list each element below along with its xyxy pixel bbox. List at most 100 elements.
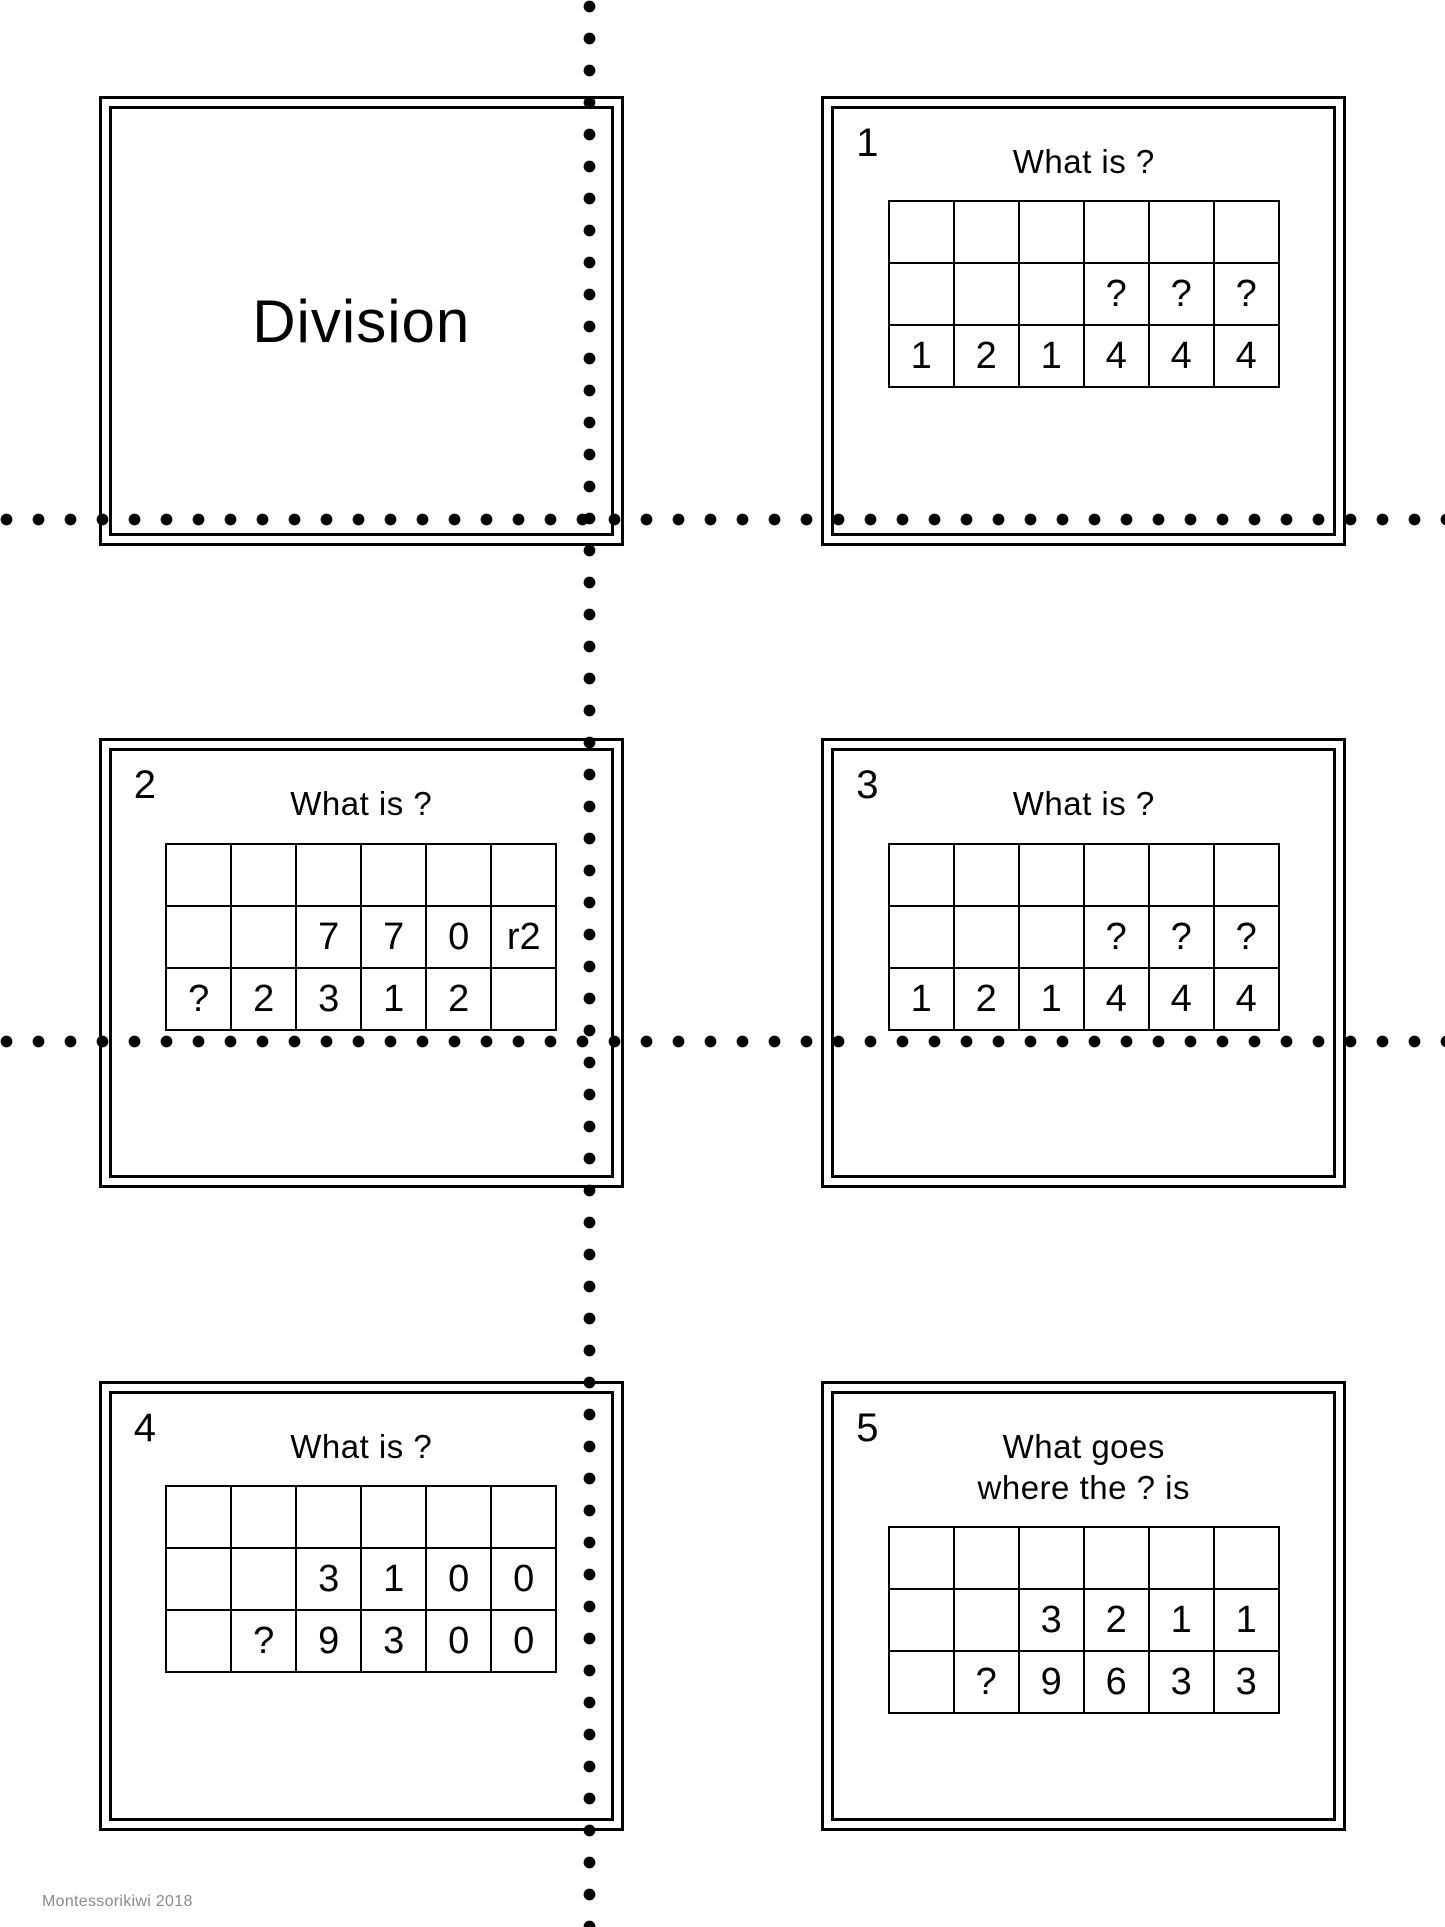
division-cell-empty bbox=[1147, 200, 1215, 265]
division-grid-row: ??? bbox=[887, 262, 1280, 327]
card-prompt: What is ? bbox=[290, 785, 433, 823]
division-cell-digit: 1 bbox=[1147, 1588, 1215, 1653]
card-cell-1: 1 What is ? ??? 1 2 1 4 4 4 bbox=[723, 0, 1445, 642]
division-cell-digit: ? bbox=[1212, 262, 1280, 327]
division-cell-digit: 4 bbox=[1147, 966, 1215, 1031]
card-number: 4 bbox=[133, 1405, 156, 1450]
division-cell-digit: 0 bbox=[425, 1547, 493, 1612]
division-cell-empty bbox=[1147, 1526, 1215, 1591]
division-cell-empty bbox=[887, 262, 955, 327]
division-cell-digit: 2 bbox=[425, 966, 493, 1031]
flashcard-page: Division 1 What is ? ??? 1 2 1 4 4 4 2 What is… bbox=[0, 0, 1445, 1927]
division-grid-wrap: 7 7 0 r2? 2 3 1 2 bbox=[134, 842, 589, 1031]
division-cell-empty bbox=[165, 842, 233, 907]
division-cell-digit: 1 bbox=[1212, 1588, 1280, 1653]
card-number: 3 bbox=[856, 763, 879, 808]
division-cell-empty bbox=[1017, 262, 1085, 327]
card-prompt: What is ? bbox=[1012, 143, 1155, 181]
division-cell-digit: 3 bbox=[1212, 1650, 1280, 1715]
card-number: 5 bbox=[856, 1405, 879, 1450]
division-cell-digit: ? bbox=[1082, 904, 1150, 969]
problem-card-3-inner: 3 What is ? ??? 1 2 1 4 4 4 bbox=[831, 748, 1337, 1179]
division-cell-empty bbox=[887, 1588, 955, 1653]
division-cell-empty bbox=[952, 200, 1020, 265]
division-grid: 7 7 0 r2? 2 3 1 2 bbox=[165, 842, 558, 1031]
division-grid: 3 1 0 0? 9 3 0 0 bbox=[165, 1485, 558, 1674]
division-cell-digit: ? bbox=[952, 1650, 1020, 1715]
deck-title: Division bbox=[252, 287, 471, 355]
card-cell-2: 2 What is ? 7 7 0 r2? 2 3 1 2 bbox=[0, 642, 723, 1284]
division-cell-digit: 1 bbox=[1017, 966, 1085, 1031]
division-grid-wrap: 3 2 1 1? 9 6 3 3 bbox=[856, 1526, 1311, 1715]
division-cell-empty bbox=[490, 966, 558, 1031]
division-grid-row: 3211 bbox=[887, 1588, 1280, 1653]
division-cell-digit: 3 bbox=[360, 1609, 428, 1674]
division-cell-digit: 3 bbox=[1147, 1650, 1215, 1715]
division-cell-digit: ? bbox=[1147, 904, 1215, 969]
division-cell-digit: 1 bbox=[1017, 324, 1085, 389]
division-cell-empty bbox=[165, 1547, 233, 1612]
division-cell-empty bbox=[295, 1485, 363, 1550]
division-cell-empty bbox=[887, 1650, 955, 1715]
division-cell-digit: 9 bbox=[1017, 1650, 1085, 1715]
division-cell-empty bbox=[425, 842, 493, 907]
division-cell-empty bbox=[490, 842, 558, 907]
division-grid-row: ? 9 6 3 3 bbox=[887, 1650, 1280, 1715]
card-number: 2 bbox=[133, 763, 156, 808]
division-cell-digit: r2 bbox=[490, 904, 558, 969]
division-cell-digit: ? bbox=[165, 966, 233, 1031]
division-cell-digit: 0 bbox=[425, 1609, 493, 1674]
problem-card-1: 1 What is ? ??? 1 2 1 4 4 4 bbox=[821, 96, 1347, 547]
division-cell-empty bbox=[1017, 200, 1085, 265]
division-grid-row bbox=[165, 842, 558, 907]
division-cell-digit: 1 bbox=[887, 324, 955, 389]
division-grid-row: ? 2 3 1 2 bbox=[165, 966, 558, 1031]
division-cell-empty bbox=[1082, 200, 1150, 265]
division-grid-row: 121444 bbox=[887, 966, 1280, 1031]
division-cell-digit: 2 bbox=[1082, 1588, 1150, 1653]
division-cell-empty bbox=[952, 904, 1020, 969]
division-cell-digit: 2 bbox=[230, 966, 298, 1031]
division-grid: ??? 1 2 1 4 4 4 bbox=[887, 842, 1280, 1031]
division-cell-digit: 4 bbox=[1147, 324, 1215, 389]
division-cell-digit: 1 bbox=[360, 1547, 428, 1612]
card-number: 1 bbox=[856, 121, 879, 166]
division-cell-empty bbox=[1212, 842, 1280, 907]
division-cell-empty bbox=[360, 1485, 428, 1550]
division-grid-row: ??? bbox=[887, 904, 1280, 969]
card-prompt: What goes where the ? is bbox=[977, 1427, 1190, 1507]
division-cell-digit: 0 bbox=[490, 1547, 558, 1612]
division-cell-digit: ? bbox=[1147, 262, 1215, 327]
division-cell-digit: 0 bbox=[425, 904, 493, 969]
division-grid-wrap: ??? 1 2 1 4 4 4 bbox=[856, 200, 1311, 389]
problem-card-5: 5 What goes where the ? is 3 2 1 1? 9 6 3 3 bbox=[821, 1380, 1347, 1831]
division-grid: ??? 1 2 1 4 4 4 bbox=[887, 200, 1280, 389]
problem-card-3: 3 What is ? ??? 1 2 1 4 4 4 bbox=[821, 738, 1347, 1189]
division-grid-row bbox=[887, 200, 1280, 265]
division-cell-empty bbox=[1082, 1526, 1150, 1591]
division-grid-wrap: 3 1 0 0? 9 3 0 0 bbox=[134, 1485, 589, 1674]
division-cell-digit: 9 bbox=[295, 1609, 363, 1674]
division-cell-empty bbox=[952, 262, 1020, 327]
division-grid-row: 3100 bbox=[165, 1547, 558, 1612]
division-cell-digit: 4 bbox=[1082, 324, 1150, 389]
division-cell-digit: 4 bbox=[1212, 324, 1280, 389]
division-cell-empty bbox=[295, 842, 363, 907]
division-grid-row: ? 9 3 0 0 bbox=[165, 1609, 558, 1674]
division-cell-digit: 1 bbox=[887, 966, 955, 1031]
division-grid-row bbox=[887, 1526, 1280, 1591]
division-cell-digit: 1 bbox=[360, 966, 428, 1031]
division-grid-row: 121444 bbox=[887, 324, 1280, 389]
division-cell-digit: 3 bbox=[1017, 1588, 1085, 1653]
division-cell-empty bbox=[360, 842, 428, 907]
division-cell-empty bbox=[165, 904, 233, 969]
division-cell-digit: ? bbox=[1212, 904, 1280, 969]
division-cell-digit: ? bbox=[1082, 262, 1150, 327]
title-card-inner: Division bbox=[108, 106, 614, 537]
division-cell-empty bbox=[490, 1485, 558, 1550]
division-grid-row bbox=[165, 1485, 558, 1550]
division-grid-row: 7 7 0 r2 bbox=[165, 904, 558, 969]
division-cell-digit: 3 bbox=[295, 966, 363, 1031]
card-prompt: What is ? bbox=[290, 1427, 433, 1465]
division-cell-digit: 6 bbox=[1082, 1650, 1150, 1715]
